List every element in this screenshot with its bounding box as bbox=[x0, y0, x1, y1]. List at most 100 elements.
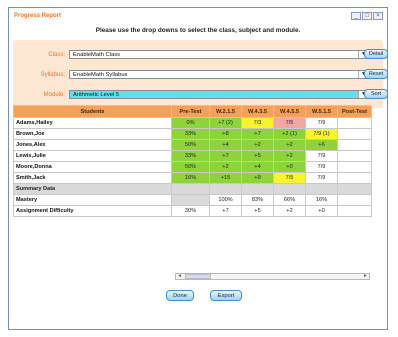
table-cell: +7 bbox=[241, 128, 274, 140]
table-cell bbox=[337, 128, 372, 140]
scrollbar-thumb[interactable] bbox=[185, 274, 211, 279]
table-header-row: Students Pre-Test W.2.1.5 W.4.3.5 W.4.5.… bbox=[13, 105, 372, 118]
table-cell: +6 bbox=[305, 139, 338, 151]
column-header[interactable]: Post-Test bbox=[337, 105, 372, 118]
filter-panel: Class: EnableMath Class ▼ Syllabus: Enab… bbox=[13, 40, 383, 108]
table-cell: +2 bbox=[241, 139, 274, 151]
scroll-left-icon[interactable]: ◄ bbox=[176, 274, 183, 279]
table-cell: 0% bbox=[171, 117, 210, 129]
table-cell: 16% bbox=[171, 172, 210, 184]
column-header[interactable]: W.4.5.5 bbox=[273, 105, 306, 118]
table-cell: +4 bbox=[209, 139, 242, 151]
table-row[interactable]: Smith,Jack 16% +15 +9 7/5 7/9 bbox=[13, 172, 372, 184]
student-name[interactable]: Jones,Alex bbox=[13, 139, 172, 151]
horizontal-scrollbar[interactable]: ◄ ► bbox=[175, 273, 370, 280]
summary-label: Summary Data bbox=[13, 183, 172, 195]
module-select[interactable]: Arithmetic Level 5 ▼ bbox=[69, 90, 369, 99]
table-cell bbox=[171, 183, 210, 195]
table-cell: 30% bbox=[171, 205, 210, 217]
module-label: Module: bbox=[43, 92, 65, 98]
table-cell bbox=[337, 161, 372, 173]
syllabus-label: Syllabus: bbox=[40, 72, 65, 78]
table-cell: +2 (1) bbox=[273, 128, 306, 140]
mastery-label: Mastery bbox=[13, 194, 172, 206]
table-cell bbox=[337, 117, 372, 129]
table-cell: 7/9 bbox=[305, 117, 338, 129]
minimize-icon[interactable]: _ bbox=[351, 12, 361, 20]
table-cell bbox=[337, 205, 372, 217]
table-row[interactable]: Jones,Alex 50% +4 +2 +2 +6 bbox=[13, 139, 372, 151]
table-cell: 7/9 bbox=[305, 172, 338, 184]
table-cell: 7/9 (1) bbox=[305, 128, 338, 140]
table-row[interactable]: Moore,Donna 50% +2 +4 +0 7/9 bbox=[13, 161, 372, 173]
module-select-value: Arithmetic Level 5 bbox=[73, 92, 120, 98]
table-cell: +7 bbox=[209, 205, 242, 217]
table-cell: +2 bbox=[273, 205, 306, 217]
table-cell bbox=[337, 139, 372, 151]
table-cell bbox=[273, 183, 306, 195]
sort-button[interactable]: Sort bbox=[364, 89, 388, 99]
title-bar: Progress Report _ □ × bbox=[9, 8, 387, 22]
table-cell: +8 bbox=[209, 128, 242, 140]
table-cell: 100% bbox=[209, 194, 242, 206]
table-cell bbox=[305, 183, 338, 195]
table-cell: +2 bbox=[273, 150, 306, 162]
table-cell bbox=[171, 194, 210, 206]
class-select-value: EnableMath Class bbox=[73, 52, 121, 58]
maximize-icon[interactable]: □ bbox=[362, 12, 372, 20]
table-cell: 7/5 bbox=[273, 172, 306, 184]
table-row[interactable]: Lewis,Julie 33% +7 +5 +2 7/9 bbox=[13, 150, 372, 162]
summary-row: Summary Data bbox=[13, 183, 372, 195]
export-button[interactable]: Export bbox=[210, 290, 242, 301]
difficulty-row: Assignment Difficulty 30% +7 +5 +2 +0 bbox=[13, 205, 372, 217]
table-cell: +0 bbox=[305, 205, 338, 217]
column-header[interactable]: W.5.1.5 bbox=[305, 105, 338, 118]
student-name[interactable]: Brown,Joe bbox=[13, 128, 172, 140]
column-header[interactable]: Pre-Test bbox=[171, 105, 210, 118]
column-header[interactable]: W.2.1.5 bbox=[209, 105, 242, 118]
table-row[interactable]: Brown,Joe 33% +8 +7 +2 (1) 7/9 (1) bbox=[13, 128, 372, 140]
student-name[interactable]: Smith,Jack bbox=[13, 172, 172, 184]
column-header[interactable]: Students bbox=[13, 105, 172, 118]
instruction-text: Please use the drop downs to select the … bbox=[95, 27, 301, 34]
table-cell: 7/5 bbox=[273, 117, 306, 129]
table-cell: 66% bbox=[273, 194, 306, 206]
table-cell: +5 bbox=[241, 150, 274, 162]
table-cell: +9 bbox=[241, 172, 274, 184]
table-cell: 50% bbox=[171, 161, 210, 173]
table-cell: 7/9 bbox=[305, 150, 338, 162]
table-cell: 83% bbox=[241, 194, 274, 206]
student-name[interactable]: Lewis,Julie bbox=[13, 150, 172, 162]
table-cell: +4 bbox=[241, 161, 274, 173]
table-cell: +7 (2) bbox=[209, 117, 242, 129]
student-name[interactable]: Adams,Hailey bbox=[13, 117, 172, 129]
column-header[interactable]: W.4.3.5 bbox=[241, 105, 274, 118]
progress-table: Students Pre-Test W.2.1.5 W.4.3.5 W.4.5.… bbox=[13, 105, 372, 217]
table-cell: 50% bbox=[171, 139, 210, 151]
table-cell bbox=[337, 183, 372, 195]
table-cell bbox=[241, 183, 274, 195]
table-cell bbox=[337, 172, 372, 184]
class-select[interactable]: EnableMath Class ▼ bbox=[69, 50, 369, 59]
table-cell: +2 bbox=[273, 139, 306, 151]
mastery-row: Mastery 100% 83% 66% 16% bbox=[13, 194, 372, 206]
table-cell: 7/9 bbox=[305, 161, 338, 173]
scroll-right-icon[interactable]: ► bbox=[362, 274, 369, 279]
table-cell: 7/3 bbox=[241, 117, 274, 129]
table-cell: 16% bbox=[305, 194, 338, 206]
window-controls: _ □ × bbox=[351, 12, 383, 20]
window-title: Progress Report bbox=[14, 13, 62, 19]
class-label: Class: bbox=[48, 52, 65, 58]
table-cell bbox=[209, 183, 242, 195]
table-cell: +5 bbox=[241, 205, 274, 217]
table-cell: +2 bbox=[209, 161, 242, 173]
detail-button[interactable]: Detail bbox=[364, 49, 388, 59]
table-cell: +0 bbox=[273, 161, 306, 173]
student-name[interactable]: Moore,Donna bbox=[13, 161, 172, 173]
table-cell bbox=[337, 194, 372, 206]
reset-button[interactable]: Reset bbox=[364, 69, 388, 79]
table-row[interactable]: Adams,Hailey 0% +7 (2) 7/3 7/5 7/9 bbox=[13, 117, 372, 129]
done-button[interactable]: Done bbox=[166, 290, 194, 301]
close-icon[interactable]: × bbox=[373, 12, 383, 20]
syllabus-select[interactable]: EnableMath Syllabus ▼ bbox=[69, 70, 369, 79]
